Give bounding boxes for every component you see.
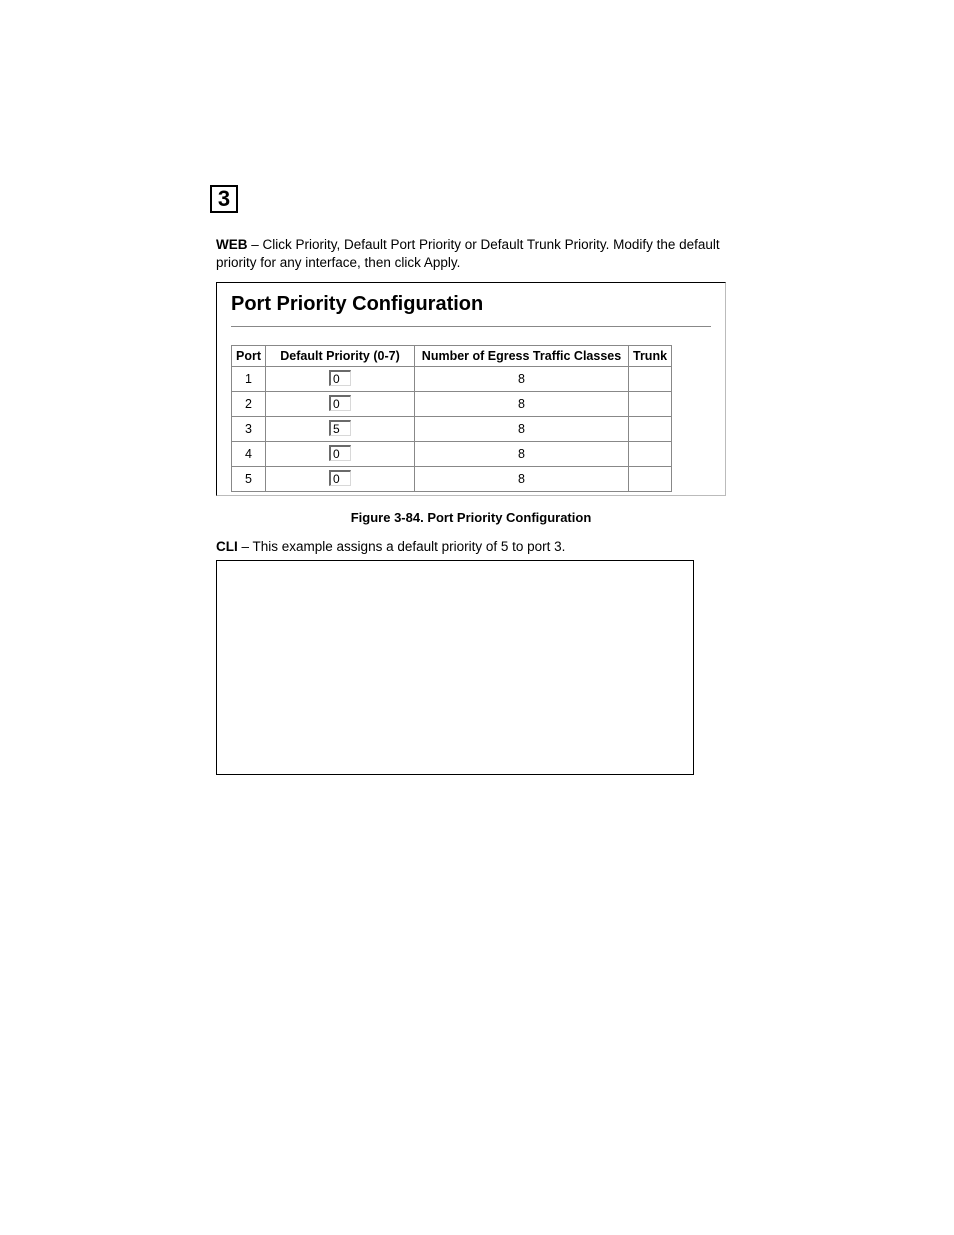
panel-divider <box>231 326 711 327</box>
header-port: Port <box>232 346 266 367</box>
figure-caption: Figure 3-84. Port Priority Configuration <box>216 510 726 525</box>
panel-title: Port Priority Configuration <box>231 293 711 316</box>
web-prefix: WEB <box>216 237 248 252</box>
cell-priority <box>266 442 415 467</box>
cell-trunk <box>629 367 672 392</box>
table-row: 5 8 <box>232 467 672 492</box>
cell-port: 2 <box>232 392 266 417</box>
cli-prefix: CLI <box>216 539 238 554</box>
table-row: 4 8 <box>232 442 672 467</box>
table-row: 2 8 <box>232 392 672 417</box>
cli-output-box <box>216 560 694 775</box>
cell-priority <box>266 367 415 392</box>
cell-trunk <box>629 392 672 417</box>
table-body: 1 8 2 8 <box>232 367 672 492</box>
cell-trunk <box>629 417 672 442</box>
cell-egress: 8 <box>415 367 629 392</box>
chapter-number: 3 <box>218 186 230 212</box>
cell-egress: 8 <box>415 392 629 417</box>
cell-trunk <box>629 442 672 467</box>
port-priority-table: Port Default Priority (0-7) Number of Eg… <box>231 345 672 492</box>
table-header-row: Port Default Priority (0-7) Number of Eg… <box>232 346 672 367</box>
web-instruction-text: – Click Priority, Default Port Priority … <box>216 237 720 270</box>
table-row: 1 8 <box>232 367 672 392</box>
cell-port: 4 <box>232 442 266 467</box>
header-egress: Number of Egress Traffic Classes <box>415 346 629 367</box>
priority-input[interactable] <box>329 470 351 486</box>
chapter-badge: 3 <box>210 185 238 213</box>
port-priority-screenshot: Port Priority Configuration Port Default… <box>216 282 726 496</box>
cell-port: 3 <box>232 417 266 442</box>
web-instruction-paragraph: WEB – Click Priority, Default Port Prior… <box>216 236 726 272</box>
priority-input[interactable] <box>329 370 351 386</box>
cell-port: 5 <box>232 467 266 492</box>
priority-input[interactable] <box>329 395 351 411</box>
cell-priority <box>266 392 415 417</box>
header-trunk: Trunk <box>629 346 672 367</box>
cell-egress: 8 <box>415 467 629 492</box>
priority-input[interactable] <box>329 445 351 461</box>
cli-instruction-paragraph: CLI – This example assigns a default pri… <box>216 539 726 554</box>
page-content: WEB – Click Priority, Default Port Prior… <box>216 236 726 775</box>
cell-trunk <box>629 467 672 492</box>
cli-instruction-text: – This example assigns a default priorit… <box>238 539 566 554</box>
cell-priority <box>266 417 415 442</box>
cell-egress: 8 <box>415 442 629 467</box>
table-row: 3 8 <box>232 417 672 442</box>
cell-priority <box>266 467 415 492</box>
priority-input[interactable] <box>329 420 351 436</box>
header-priority: Default Priority (0-7) <box>266 346 415 367</box>
cell-port: 1 <box>232 367 266 392</box>
cell-egress: 8 <box>415 417 629 442</box>
